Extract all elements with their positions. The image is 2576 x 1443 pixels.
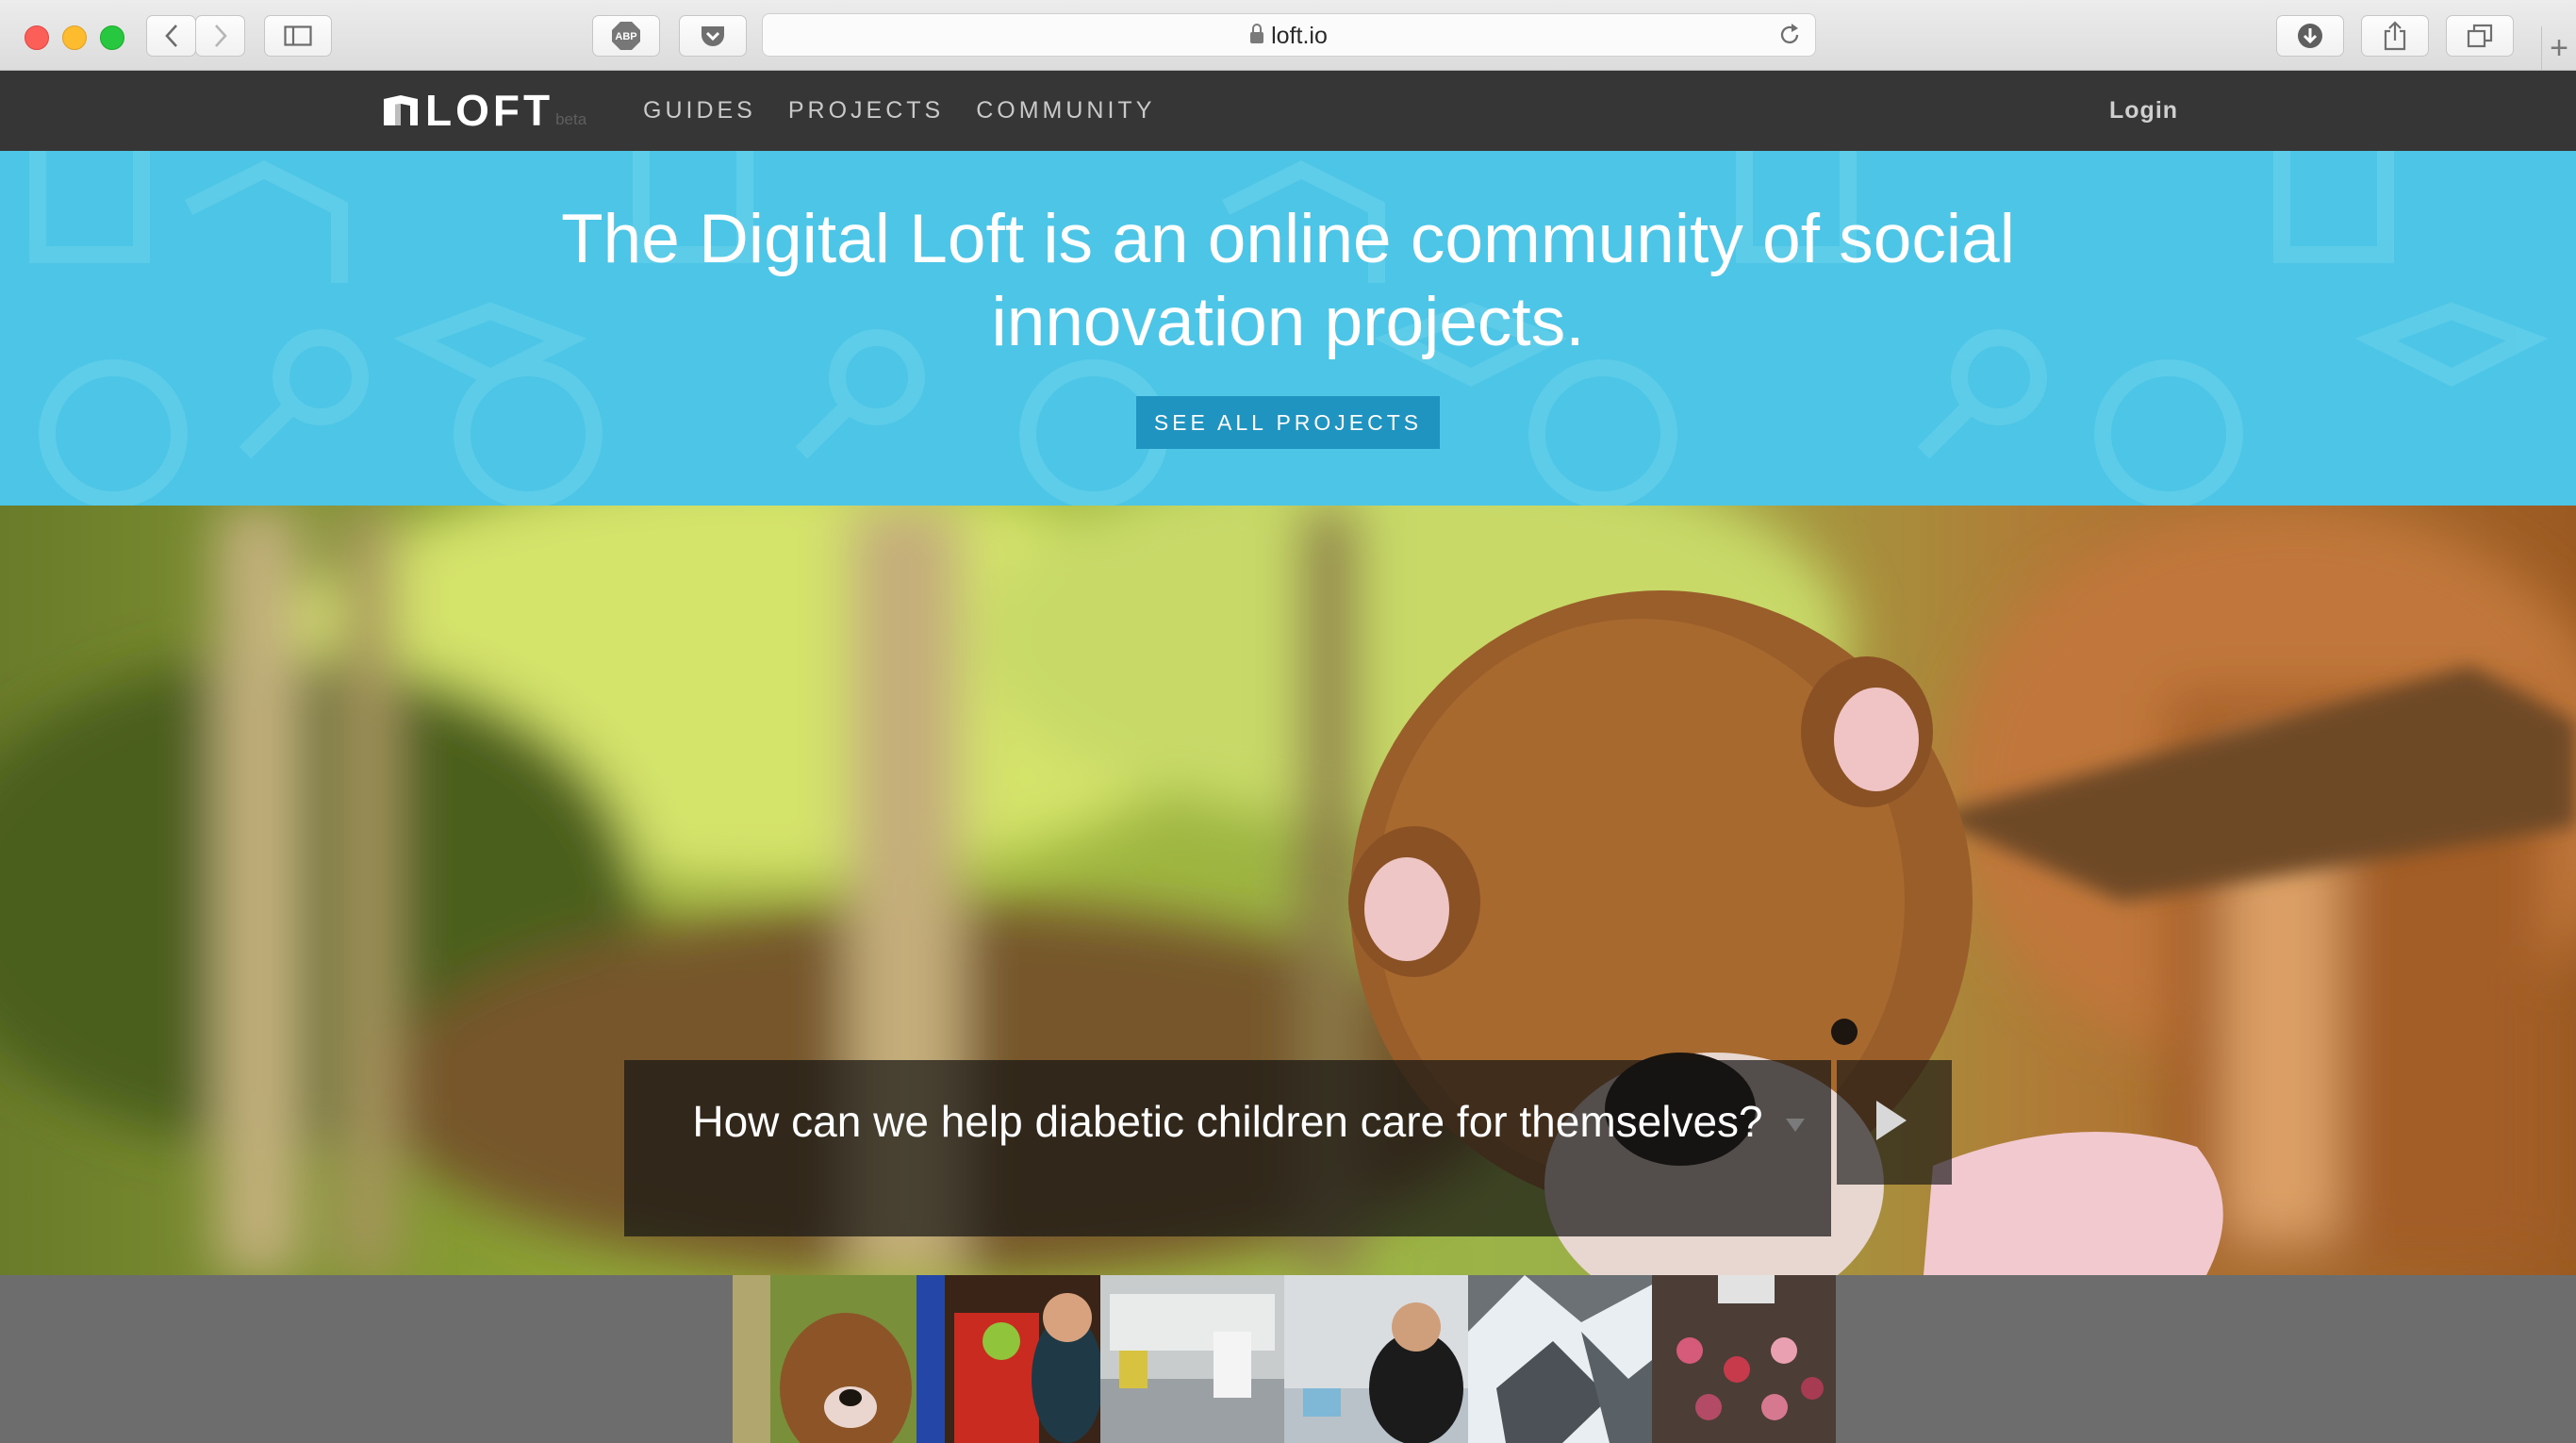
zoom-window-button[interactable]	[100, 25, 124, 50]
carousel-next-button[interactable]	[1837, 1060, 1952, 1185]
forward-icon	[214, 25, 227, 47]
nav-guides-link[interactable]: GUIDES	[643, 97, 756, 124]
thumbnail-image	[1100, 1275, 1284, 1443]
new-tab-button[interactable]: +	[2541, 26, 2576, 70]
thumbnail-teddy-bear[interactable]	[733, 1275, 916, 1443]
adblock-button[interactable]: ABP	[592, 15, 660, 57]
site-logo[interactable]: LOFT beta	[382, 86, 587, 135]
sidebar-button[interactable]	[264, 15, 332, 57]
logo-wordmark: LOFT	[425, 86, 554, 135]
see-all-projects-button[interactable]: SEE ALL PROJECTS	[1136, 396, 1440, 449]
reload-button[interactable]	[1777, 23, 1802, 52]
minimize-window-button[interactable]	[62, 25, 87, 50]
nav-projects-link[interactable]: PROJECTS	[788, 97, 944, 124]
hero-banner: The Digital Loft is an online community …	[0, 151, 2576, 506]
pocket-button[interactable]	[679, 15, 747, 57]
downloads-button[interactable]	[2276, 15, 2344, 57]
thumbnail-snowy-mountain[interactable]	[1468, 1275, 1652, 1443]
thumbnail-image	[1284, 1275, 1468, 1443]
thumbnail-image	[733, 1275, 916, 1443]
thumbnail-strip	[733, 1275, 1836, 1443]
reload-icon	[1780, 24, 1799, 44]
thumbnail-classroom[interactable]	[1100, 1275, 1284, 1443]
browser-toolbar: ABP loft.io +	[0, 0, 2576, 71]
share-icon	[2384, 21, 2406, 51]
close-window-button[interactable]	[25, 25, 49, 50]
download-icon	[2298, 24, 2322, 48]
svg-text:ABP: ABP	[615, 31, 636, 42]
pocket-icon	[702, 26, 724, 46]
lock-icon	[1250, 24, 1264, 43]
address-bar[interactable]: loft.io	[762, 13, 1816, 57]
back-button[interactable]	[146, 15, 196, 57]
thumbnail-image	[916, 1275, 1100, 1443]
tabs-overview-button[interactable]	[2446, 15, 2514, 57]
url-text: loft.io	[1271, 23, 1328, 49]
share-button[interactable]	[2361, 15, 2429, 57]
sidebar-icon	[284, 25, 312, 46]
nav-community-link[interactable]: COMMUNITY	[976, 97, 1155, 124]
site-navbar: LOFT beta GUIDES PROJECTS COMMUNITY Logi…	[0, 71, 2576, 151]
adblock-icon: ABP	[612, 22, 640, 50]
forward-button[interactable]	[195, 15, 245, 57]
logo-beta-tag: beta	[555, 110, 587, 128]
caption-chevron-down-icon	[1786, 1119, 1805, 1132]
thumbnail-image	[1652, 1275, 1836, 1443]
tabs-icon	[2467, 24, 2493, 48]
thumbnail-image	[1468, 1275, 1652, 1443]
back-icon	[164, 25, 177, 47]
thumbnail-group-workshop[interactable]	[1652, 1275, 1836, 1443]
project-question: How can we help diabetic children care f…	[692, 1097, 1763, 1146]
play-icon	[1876, 1101, 1907, 1140]
thumbnail-student-desk[interactable]	[1284, 1275, 1468, 1443]
login-link[interactable]: Login	[2109, 97, 2178, 124]
project-caption[interactable]: How can we help diabetic children care f…	[624, 1060, 1831, 1236]
hero-headline: The Digital Loft is an online community …	[561, 201, 2015, 360]
thumbnail-child-playing[interactable]	[916, 1275, 1100, 1443]
loft-logo-icon	[384, 95, 418, 125]
new-tab-icon: +	[2550, 30, 2568, 66]
